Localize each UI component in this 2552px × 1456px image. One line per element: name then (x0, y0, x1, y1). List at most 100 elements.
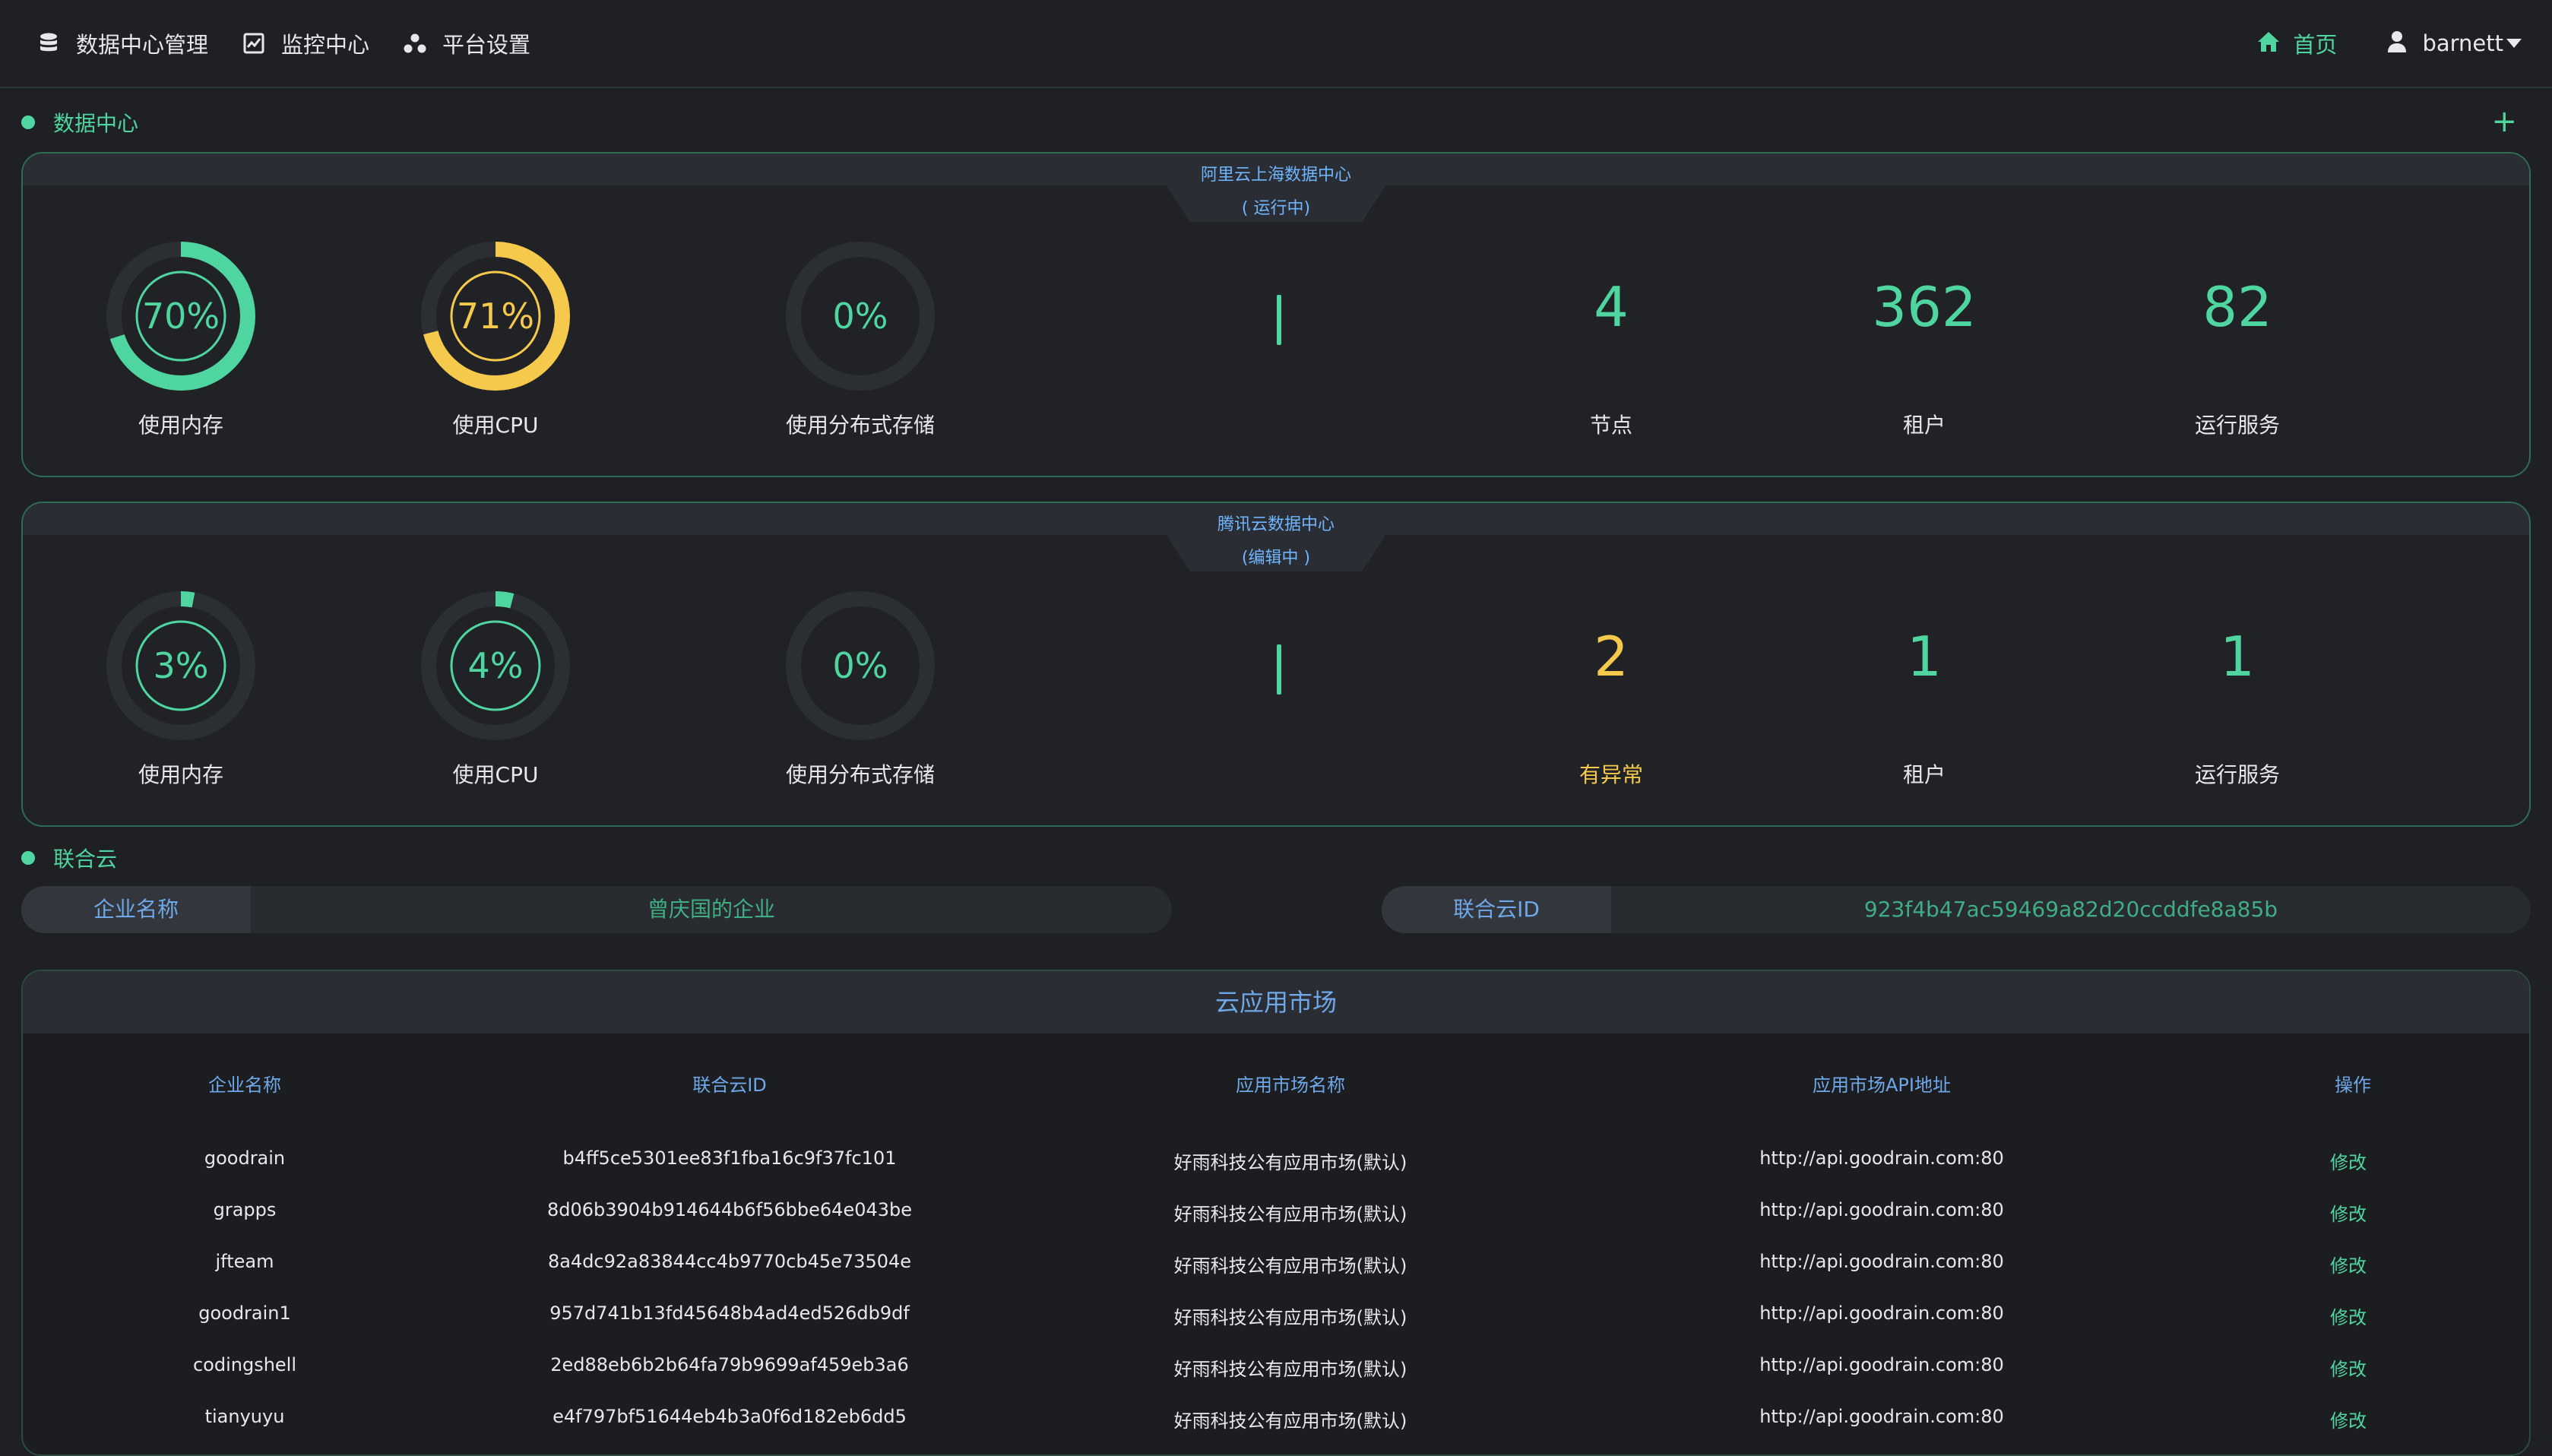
table-row: jfteam 8a4dc92a83844cc4b9770cb45e73504e 好雨… (23, 1251, 2529, 1281)
stat-value: 1 (2220, 625, 2255, 688)
section-dot (21, 851, 35, 865)
table-cell: http://api.goodrain.com:80 (1759, 1406, 2004, 1427)
edit-link[interactable]: 修改 (2330, 1354, 2367, 1381)
table-cell: 好雨科技公有应用市场(默认) (1173, 1255, 1407, 1277)
section-dot (21, 116, 35, 129)
gauge-percent: 3% (153, 645, 209, 686)
stat-label: 节点 (1589, 413, 1632, 438)
home-icon (2256, 30, 2281, 56)
table-cell: http://api.goodrain.com:80 (1759, 1147, 2004, 1169)
user-menu[interactable]: barnett (2387, 30, 2522, 56)
table-cell: 8d06b3904b914644b6f56bbe64e043be (546, 1199, 913, 1220)
datacenter-name: 阿里云上海数据中心 (1200, 166, 1351, 185)
federation-section-header: 联合云 (21, 843, 117, 873)
datacenter-section-header: 数据中心 (21, 107, 138, 138)
chevron-down-icon (2506, 39, 2522, 48)
storage-gauge: 0% (784, 590, 936, 742)
add-datacenter-button[interactable]: + (2491, 106, 2517, 137)
user-icon (2387, 30, 2407, 56)
edit-link[interactable]: 修改 (2330, 1147, 2367, 1174)
table-row: goodrain1 957d741b13fd45648b4ad4ed526db9d… (23, 1302, 2529, 1333)
table-cell: http://api.goodrain.com:80 (1759, 1251, 2004, 1272)
nav-datacenter-management[interactable]: 数据中心管理 (36, 27, 208, 59)
table-cell: http://api.goodrain.com:80 (1759, 1302, 2004, 1324)
database-icon (36, 31, 61, 55)
gauge-label: 使用CPU (452, 413, 539, 438)
column-header: 企业名称 (208, 1075, 281, 1096)
chart-icon (242, 31, 266, 55)
nav-right: 首页 barnett (2256, 27, 2522, 59)
table-cell: jfteam (215, 1251, 274, 1272)
divider-bar (1277, 644, 1281, 695)
memory-gauge: 3% (105, 590, 257, 742)
table-cell: e4f797bf51644eb4b3a0f6d182eb6dd5 (553, 1406, 907, 1427)
datacenter-name: 腾讯云数据中心 (1217, 515, 1335, 534)
stat-value: 4 (1594, 275, 1629, 339)
table-cell: 957d741b13fd45648b4ad4ed526db9df (549, 1302, 910, 1324)
datacenter-card: 腾讯云数据中心 (编辑中 ) 3% 使用内存 4% 使用CPU 0% 使用分布式… (21, 502, 2531, 827)
stat-label: 租户 (1902, 762, 1946, 787)
edit-link[interactable]: 修改 (2330, 1251, 2367, 1277)
market-title: 云应用市场 (23, 971, 2529, 1033)
stat-label: 有异常 (1578, 762, 1643, 787)
table-cell: http://api.goodrain.com:80 (1759, 1199, 2004, 1220)
gauge-percent: 70% (141, 296, 220, 337)
column-header: 联合云ID (692, 1075, 767, 1096)
divider-bar (1277, 295, 1281, 345)
table-cell: 好雨科技公有应用市场(默认) (1173, 1204, 1407, 1225)
datacenter-tab: 阿里云上海数据中心 ( 运行中) (1166, 154, 1386, 222)
table-row: grapps 8d06b3904b914644b6f56bbe64e043be 好雨… (23, 1199, 2529, 1230)
edit-link[interactable]: 修改 (2330, 1199, 2367, 1226)
top-navbar: 数据中心管理 监控中心 平台设置 首页 barnett (0, 0, 2552, 88)
stat-label: 运行服务 (2194, 762, 2280, 787)
datacenter-status: (编辑中 ) (1241, 549, 1311, 568)
gauge-percent: 71% (456, 296, 535, 337)
table-cell: http://api.goodrain.com:80 (1759, 1354, 2004, 1375)
cluster-icon (403, 31, 427, 55)
stat-value: 1 (1907, 625, 1942, 688)
column-header: 应用市场API地址 (1813, 1075, 1951, 1096)
stat-value: 82 (2202, 275, 2272, 339)
table-cell: 8a4dc92a83844cc4b9770cb45e73504e (547, 1251, 912, 1272)
nav-label: 数据中心管理 (76, 32, 209, 58)
table-row: codingshell 2ed88eb6b2b64fa79b9699af459eb… (23, 1354, 2529, 1385)
nav-platform-settings[interactable]: 平台设置 (403, 27, 530, 59)
gauge-label: 使用分布式存储 (785, 762, 935, 787)
section-title: 联合云 (53, 847, 118, 872)
field-value: 923f4b47ac59469a82d20ccddfe8a85b (1863, 897, 2278, 922)
gauge-label: 使用内存 (138, 413, 223, 438)
table-cell: 好雨科技公有应用市场(默认) (1173, 1152, 1407, 1173)
table-row: goodrain b4ff5ce5301ee83f1fba16c9f37fc101… (23, 1147, 2529, 1178)
edit-link[interactable]: 修改 (2330, 1302, 2367, 1329)
table-cell: codingshell (192, 1354, 297, 1375)
table-cell: tianyuyu (204, 1406, 285, 1427)
home-link[interactable]: 首页 (2256, 27, 2337, 59)
memory-gauge: 70% (105, 240, 257, 392)
gauge-label: 使用分布式存储 (785, 413, 935, 438)
table-cell: 2ed88eb6b2b64fa79b9699af459eb3a6 (550, 1354, 909, 1375)
gauge-label: 使用内存 (138, 762, 223, 787)
field-key: 企业名称 (21, 886, 251, 933)
company-name-field: 企业名称 曾庆国的企业 (21, 886, 1172, 933)
storage-gauge: 0% (784, 240, 936, 392)
datacenter-tab: 腾讯云数据中心 (编辑中 ) (1166, 503, 1386, 571)
table-cell: b4ff5ce5301ee83f1fba16c9f37fc101 (562, 1147, 897, 1169)
cpu-gauge: 4% (420, 590, 572, 742)
table-row: tianyuyu e4f797bf51644eb4b3a0f6d182eb6dd5… (23, 1406, 2529, 1436)
stat-value: 2 (1594, 625, 1629, 688)
table-cell: goodrain (204, 1147, 286, 1169)
nav-monitoring[interactable]: 监控中心 (242, 27, 369, 59)
field-value: 曾庆国的企业 (647, 897, 775, 922)
nav-label: 监控中心 (281, 32, 370, 58)
main-nav: 数据中心管理 监控中心 平台设置 (36, 27, 564, 59)
cpu-gauge: 71% (420, 240, 572, 392)
gauge-percent: 0% (832, 296, 888, 337)
gauge-percent: 4% (467, 645, 524, 686)
gauge-label: 使用CPU (452, 762, 539, 787)
table-cell: grapps (213, 1199, 277, 1220)
stat-label: 运行服务 (2194, 413, 2280, 438)
gauge-percent: 0% (832, 645, 888, 686)
app-market-panel: 云应用市场 企业名称 联合云ID 应用市场名称 应用市场API地址 操作 goo… (21, 970, 2531, 1456)
stat-label: 租户 (1902, 413, 1946, 438)
table-cell: 好雨科技公有应用市场(默认) (1173, 1307, 1407, 1328)
